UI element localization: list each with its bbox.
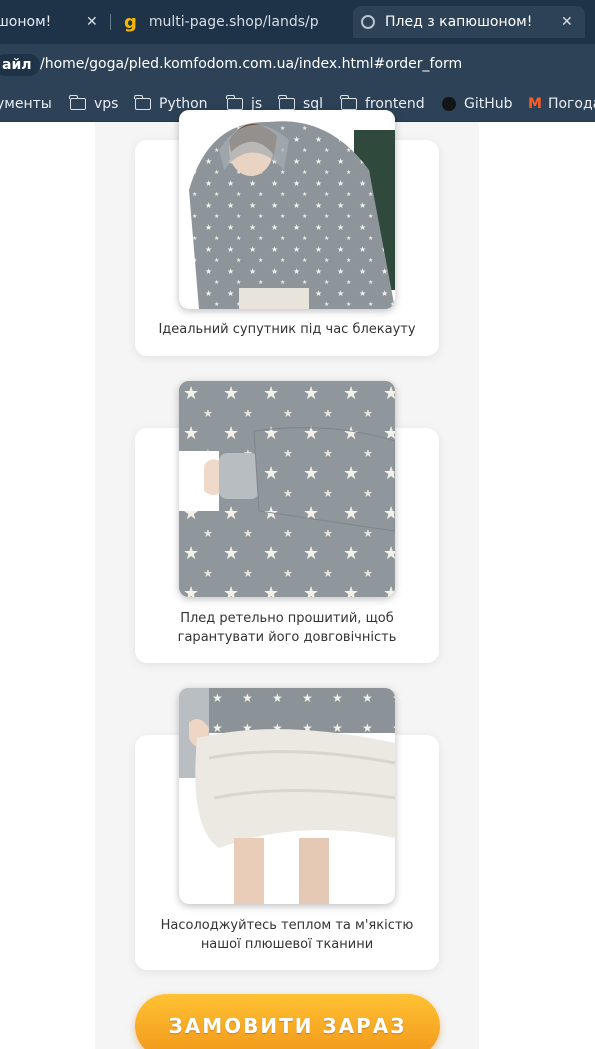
tab-title: шоном! [0,14,52,30]
bookmark-label: vps [94,96,119,112]
tab-strip: шоном! ✕ g multi-page.shop/lands/pl Плед… [0,0,595,44]
folder-icon [340,95,357,110]
product-photo: ★ ★ [179,381,395,597]
folder-icon [226,95,243,110]
weather-logo-icon: M [528,96,542,112]
tab-title: Плед з капюшоном! [385,14,533,30]
tab-active[interactable]: Плед з капюшоном! ✕ [353,6,585,38]
card-caption: Насолоджуйтесь теплом та м'якістю нашої … [160,918,414,952]
product-photo: ★ [179,688,395,904]
folder-icon [278,95,295,110]
file-scheme-chip[interactable]: айл [0,54,40,76]
folder-icon [134,95,151,110]
tab-separator [110,14,111,30]
bookmark-folder-vps[interactable]: vps [69,94,119,114]
site-favicon-icon: g [124,11,137,33]
tab-inactive-2[interactable]: g multi-page.shop/lands/pl [120,6,346,38]
address-bar: айл /home/goga/pled.komfodom.com.ua/inde… [0,44,595,86]
bookmark-label: GitHub [464,96,513,112]
bookmark-documents[interactable]: ументы [0,94,52,114]
card-caption: Ідеальний супутник під час блекауту [158,322,416,337]
globe-icon [361,15,375,29]
page-viewport: ★ ★ Ідеальний супутник під час блекауту … [0,110,595,1049]
bookmark-label: ументы [0,96,52,112]
close-icon[interactable]: ✕ [86,14,98,30]
github-icon [442,97,456,111]
bookmark-github[interactable]: GitHub [442,94,513,114]
order-now-button[interactable]: ЗАМОВИТИ ЗАРАЗ [135,994,440,1049]
folder-icon [69,95,86,110]
close-icon[interactable]: ✕ [561,14,573,30]
url-input[interactable]: /home/goga/pled.komfodom.com.ua/index.ht… [40,56,462,72]
tab-inactive-1[interactable]: шоном! ✕ [0,6,110,38]
bookmark-label: Погода [547,96,595,112]
card-caption: Плед ретельно прошитий, щоб гарантувати … [177,611,397,645]
product-photo: ★ ★ [179,110,395,309]
bookmark-weather[interactable]: M Погода [528,94,595,114]
tab-title: multi-page.shop/lands/pl [148,14,319,30]
